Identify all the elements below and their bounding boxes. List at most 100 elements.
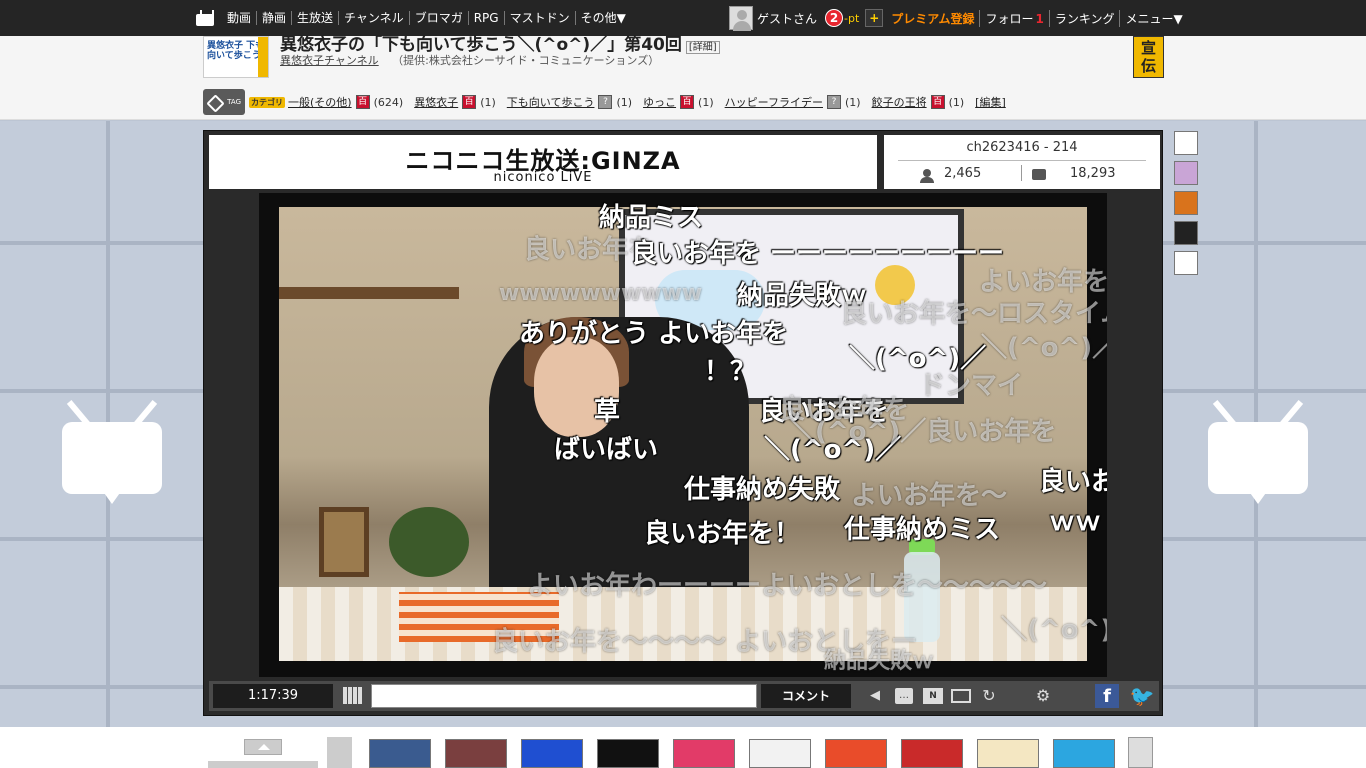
tag-count: (1) xyxy=(698,95,714,109)
tag-icon: TAG xyxy=(203,89,245,115)
tag-link[interactable]: ハッピーフライデー xyxy=(725,94,823,110)
follow-count: 1 xyxy=(1035,11,1044,26)
facebook-share-icon[interactable]: f xyxy=(1095,684,1119,708)
related-program-thumbnail[interactable] xyxy=(369,739,431,768)
tag-link[interactable]: ゆっこ xyxy=(643,94,676,110)
reload-icon[interactable]: ↻ xyxy=(981,688,997,704)
video-area[interactable]: 納品ミス 良いお年を 良いお年を ーーーーーーーーー wwwwwwwwww 納品… xyxy=(259,193,1107,677)
scroll-up-button[interactable] xyxy=(244,739,282,755)
tag-link[interactable]: 餃子の王将 xyxy=(872,94,927,110)
volume-icon[interactable]: ◀ xyxy=(867,688,883,704)
tag-link[interactable]: 下も向いて歩こう xyxy=(507,94,595,110)
encyclopedia-unknown-icon[interactable]: ? xyxy=(598,95,613,109)
scrolling-comment: ＼(^o^)／良いお年を xyxy=(981,333,1107,363)
add-points-button[interactable]: + xyxy=(865,9,884,27)
comment-count: 18,293 xyxy=(1070,166,1116,181)
side-thumbnail-icon[interactable] xyxy=(1174,191,1198,215)
tag-count: (1) xyxy=(948,95,965,109)
scrolling-comment: 仕事納め失敗 xyxy=(684,475,841,505)
settings-gear-icon[interactable]: ⚙ xyxy=(1035,688,1051,704)
tag-count: (624) xyxy=(373,95,404,109)
niconico-live-logo: niconico LiVE xyxy=(493,170,593,185)
detail-link[interactable]: [詳細] xyxy=(685,40,720,54)
related-program-thumbnail[interactable] xyxy=(673,739,735,768)
scrolling-comment: ありがとう よいお年を xyxy=(519,319,789,349)
nav-live[interactable]: 生放送 xyxy=(292,11,340,25)
tag-count: (1) xyxy=(480,95,496,109)
channel-thumbnail[interactable]: 異悠衣子 下も向いて歩こう xyxy=(203,36,269,78)
tag-item: 一般(その他) 百 (624) xyxy=(288,94,403,110)
encyclopedia-icon[interactable]: 百 xyxy=(462,95,477,109)
comment-palette-icon[interactable] xyxy=(343,687,363,704)
points-badge[interactable]: 2 xyxy=(825,9,844,27)
provider-text: （提供:株式会社シーサイド・コミュニケーションズ） xyxy=(392,54,660,67)
scrolling-comment: 良いお年を ーーーーーーーーー xyxy=(631,239,1005,269)
comment-submit-button[interactable]: コメント xyxy=(761,684,851,708)
tag-item: ゆっこ百 (1) xyxy=(643,94,714,110)
scrolling-comment: よいお年を～ xyxy=(851,481,1008,511)
menu-dropdown[interactable]: メニュー▼ xyxy=(1120,10,1187,27)
scrolling-comment: ｗｗ xyxy=(1049,507,1102,537)
screen-size-icon[interactable] xyxy=(951,689,971,703)
tv-decoration-left-icon xyxy=(62,394,162,504)
live-player: ニコニコ生放送:GINZA niconico LiVE ch2623416 - … xyxy=(203,130,1163,716)
program-title: 異悠衣子の「下も向いて歩こう＼(^o^)／」第40回 [詳細] xyxy=(280,30,720,55)
ng-settings-icon[interactable]: N xyxy=(923,688,943,704)
scrolling-comment: ばいばい xyxy=(554,435,659,465)
nav-rpg[interactable]: RPG xyxy=(469,11,505,25)
tag-link[interactable]: 一般(その他) xyxy=(288,94,352,110)
related-program-thumbnail[interactable] xyxy=(445,739,507,768)
user-name[interactable]: ゲストさん xyxy=(757,10,817,27)
viewer-icon xyxy=(920,169,934,183)
side-tab-icon[interactable] xyxy=(1174,131,1198,155)
guest-avatar-icon[interactable] xyxy=(729,6,753,31)
tag-link[interactable]: 異悠衣子 xyxy=(414,94,458,110)
related-program-thumbnail[interactable] xyxy=(977,739,1039,768)
related-program-thumbnail[interactable] xyxy=(901,739,963,768)
tag-count: (1) xyxy=(844,95,861,109)
scrolling-comment: 納品失敗ｗ xyxy=(824,649,935,674)
related-program-thumbnail[interactable] xyxy=(521,739,583,768)
tv-decoration-right-icon xyxy=(1208,394,1308,504)
divider xyxy=(898,160,1146,161)
advertise-button[interactable]: 宣伝 xyxy=(1133,36,1164,78)
nav-channel[interactable]: チャンネル xyxy=(339,11,410,25)
comment-toggle-icon[interactable]: … xyxy=(895,688,913,704)
encyclopedia-unknown-icon[interactable]: ? xyxy=(826,95,841,109)
side-light-theme-icon[interactable] xyxy=(1174,251,1198,275)
strip-base xyxy=(208,761,318,768)
channel-link[interactable]: 異悠衣子チャンネル xyxy=(280,54,379,67)
nav-blomaga[interactable]: ブロマガ xyxy=(410,11,469,25)
strip-right-arrow[interactable] xyxy=(1128,737,1153,768)
related-program-thumbnail[interactable] xyxy=(825,739,887,768)
encyclopedia-icon[interactable]: 百 xyxy=(355,95,370,109)
tag-item: 下も向いて歩こう? (1) xyxy=(507,94,632,110)
user-area: ゲストさん 2 -pt + プレミアム登録 フォロー 1 ランキング メニュー▼ xyxy=(729,0,1188,36)
encyclopedia-icon[interactable]: 百 xyxy=(930,95,945,109)
scrolling-comment: 草 xyxy=(594,397,621,427)
ranking-link[interactable]: ランキング xyxy=(1050,9,1121,27)
scrolling-comment: 仕事納めミス xyxy=(844,515,1001,545)
encyclopedia-icon[interactable]: 百 xyxy=(680,95,695,109)
nav-mastodon[interactable]: マストドン xyxy=(505,11,576,25)
nav-seiga[interactable]: 静画 xyxy=(257,11,293,25)
nav-video[interactable]: 動画 xyxy=(222,11,258,25)
channel-id: ch2623416 - 214 xyxy=(966,140,1078,155)
niconico-tv-logo-icon[interactable] xyxy=(196,10,214,26)
related-program-thumbnail[interactable] xyxy=(749,739,811,768)
side-avatar-icon[interactable] xyxy=(1174,161,1198,185)
follow-link[interactable]: フォロー 1 xyxy=(980,9,1050,27)
twitter-share-icon[interactable]: 🐦 xyxy=(1129,684,1155,708)
comment-input[interactable] xyxy=(371,684,757,708)
divider xyxy=(1021,165,1022,181)
edit-tags-link[interactable]: [編集] xyxy=(975,94,1006,110)
tag-bar: TAG カテゴリ 一般(その他) 百 (624) 異悠衣子百 (1) 下も向いて歩こう… xyxy=(203,89,1006,115)
category-badge: カテゴリ xyxy=(249,96,285,108)
nav-other-menu[interactable]: その他▼ xyxy=(576,11,631,25)
premium-register-link[interactable]: プレミアム登録 xyxy=(891,9,981,27)
side-dark-theme-icon[interactable] xyxy=(1174,221,1198,245)
strip-left-arrow[interactable] xyxy=(327,737,352,768)
scrolling-comment: ＼(^o^) xyxy=(1001,615,1107,645)
related-program-thumbnail[interactable] xyxy=(1053,739,1115,768)
related-program-thumbnail[interactable] xyxy=(597,739,659,768)
